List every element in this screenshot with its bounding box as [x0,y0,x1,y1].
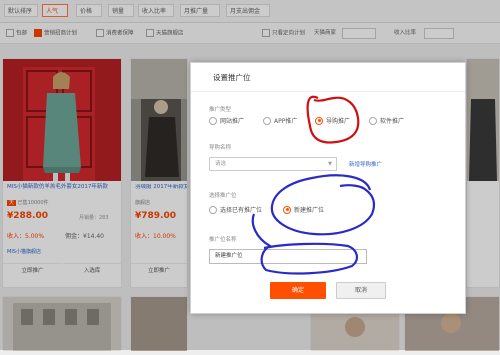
promo-type-label: 推广类型 [209,107,232,113]
radio-icon [369,116,377,125]
slot-choice-label: 选择推广位 [209,193,237,199]
promo-type-guide-radio[interactable]: 导购推广 [315,116,350,126]
promo-type-website-radio[interactable]: 网站推广 [209,116,244,126]
cancel-button[interactable]: 取消 [336,282,386,299]
add-guide-link[interactable]: 新增导购推广 [349,160,382,168]
guide-name-select[interactable]: 请选 ▼ [209,157,337,171]
guide-name-label: 导购名称 [209,145,232,151]
radio-icon [209,116,217,125]
radio-selected-icon [315,116,323,125]
radio-selected-icon [283,205,291,214]
dialog-title: 设置推广位 [213,73,251,82]
new-slot-radio[interactable]: 新建推广位 [283,205,324,215]
dialog-header: 设置推广位 [191,63,465,92]
promo-type-software-radio[interactable]: 软件推广 [369,116,404,126]
chevron-down-icon: ▼ [328,161,332,167]
slot-name-label: 推广位名称 [209,237,237,243]
confirm-button[interactable]: 确定 [270,282,326,299]
radio-icon [209,205,217,214]
promo-slot-dialog: 设置推广位 推广类型 网站推广 APP推广 导购推广 软件推广 导购名称 请选 … [190,62,466,314]
existing-slot-radio[interactable]: 选择已有推广位 [209,205,262,215]
promo-type-app-radio[interactable]: APP推广 [263,116,297,126]
radio-icon [263,116,271,125]
slot-name-input[interactable]: 新建推广位 [209,249,367,264]
